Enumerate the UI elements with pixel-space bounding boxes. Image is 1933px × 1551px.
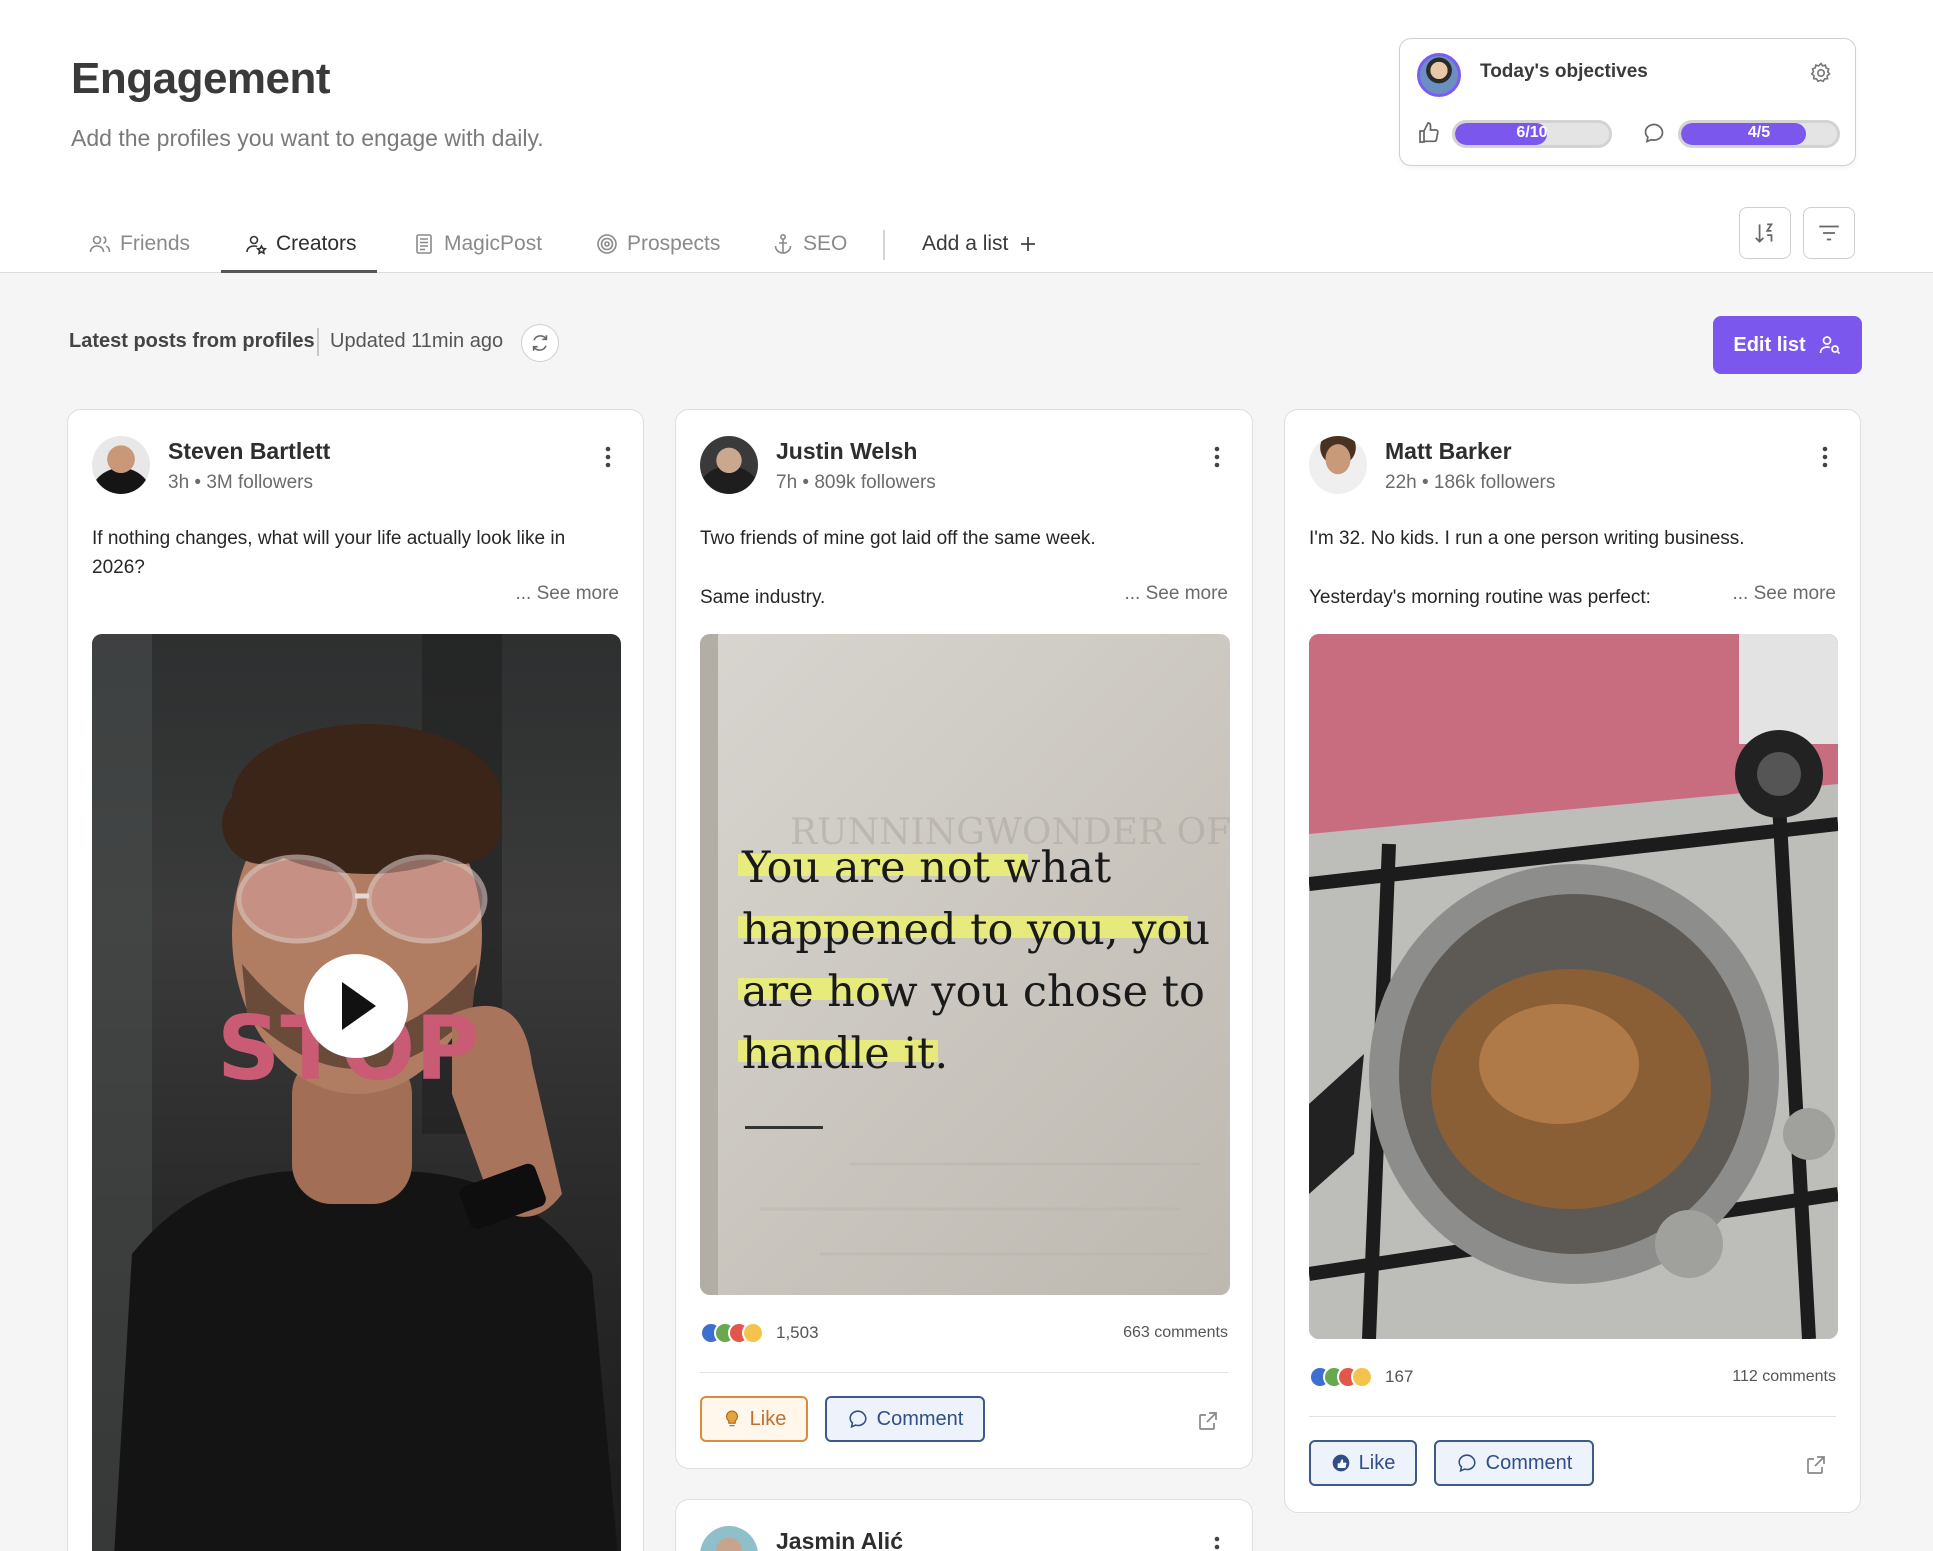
add-list-button[interactable]: Add a list: [922, 232, 1040, 256]
objectives-panel: Today's objectives 6/10 4/5: [1399, 38, 1856, 166]
comments-count[interactable]: 112 comments: [1732, 1368, 1836, 1386]
post-image[interactable]: RUNNINGWONDER OF THE EIGHTH You are not …: [700, 634, 1230, 1295]
video-thumbnail: STOP: [92, 634, 618, 1551]
post-meta: 3h • 3M followers: [168, 472, 313, 493]
latest-posts-label: Latest posts from profiles: [69, 330, 315, 352]
comment-icon: [849, 1410, 867, 1429]
quote-line: are how you chose to: [742, 967, 1205, 1017]
avatar[interactable]: [1309, 436, 1367, 494]
document-icon: [416, 234, 432, 254]
post-card: Steven Bartlett 3h • 3M followers If not…: [67, 409, 644, 1551]
gear-icon[interactable]: [1809, 61, 1833, 85]
post-meta: 22h • 186k followers: [1385, 472, 1556, 493]
external-link-icon[interactable]: [1804, 1453, 1828, 1477]
avatar[interactable]: [700, 1526, 758, 1551]
tab-prospects[interactable]: Prospects: [595, 232, 720, 256]
tab-separator: [883, 230, 885, 260]
author-name[interactable]: Matt Barker: [1385, 438, 1512, 465]
comment-icon: [1458, 1454, 1476, 1473]
comment-button[interactable]: Comment: [1434, 1440, 1594, 1486]
reactions-summary[interactable]: 167: [1309, 1366, 1413, 1388]
quote-image: RUNNINGWONDER OF THE EIGHTH You are not …: [700, 634, 1230, 1295]
post-text: I'm 32. No kids. I run a one person writ…: [1309, 528, 1745, 549]
objectives-progress-row: 6/10 4/5: [1400, 119, 1857, 149]
refresh-icon: [532, 335, 548, 351]
see-more-link[interactable]: ... See more: [1733, 583, 1837, 605]
divider: [700, 1372, 1228, 1373]
like-button[interactable]: Like: [1309, 1440, 1417, 1486]
anchor-icon: [774, 233, 792, 254]
external-link-icon[interactable]: [1196, 1409, 1220, 1433]
comment-button[interactable]: Comment: [825, 1396, 985, 1442]
user-search-icon: [1819, 336, 1840, 355]
see-more-link[interactable]: ... See more: [1125, 583, 1229, 605]
post-text: Yesterday's morning routine was perfect:: [1309, 587, 1651, 608]
cooking-image: [1309, 634, 1838, 1339]
tab-seo[interactable]: SEO: [771, 232, 847, 256]
sort-button[interactable]: [1739, 207, 1791, 259]
lightbulb-icon: [725, 1410, 738, 1427]
reactions-summary[interactable]: 1,503: [700, 1322, 819, 1344]
more-options-icon[interactable]: [603, 444, 613, 470]
filter-button[interactable]: [1803, 207, 1855, 259]
comments-count[interactable]: 663 comments: [1123, 1324, 1228, 1342]
updated-label: Updated 11min ago: [330, 330, 504, 352]
users-icon: [89, 235, 111, 253]
more-options-icon[interactable]: [1212, 444, 1222, 470]
reaction-count: 1,503: [776, 1323, 819, 1342]
post-text: If nothing changes, what will your life …: [92, 528, 566, 578]
refresh-button[interactable]: [521, 324, 559, 362]
sort-icon: [1755, 223, 1774, 243]
creator-icon: [246, 235, 268, 255]
page-subtitle: Add the profiles you want to engage with…: [71, 125, 544, 151]
more-options-icon[interactable]: [1212, 1534, 1222, 1551]
edit-list-button[interactable]: Edit list: [1713, 316, 1862, 374]
tab-creators[interactable]: Creators: [244, 232, 357, 256]
quote-line: happened to you, you: [742, 905, 1210, 955]
quote-line: You are not what: [741, 843, 1111, 893]
quote-line: handle it.: [742, 1029, 948, 1079]
reaction-count: 167: [1385, 1367, 1414, 1386]
reaction-icons: [1309, 1366, 1373, 1388]
see-more-link[interactable]: ... See more: [516, 583, 620, 605]
divider: [317, 328, 319, 356]
target-icon: [597, 234, 617, 254]
filter-icon: [1819, 225, 1839, 241]
more-options-icon[interactable]: [1820, 444, 1830, 470]
likes-progress-bar: 6/10: [1452, 120, 1612, 148]
post-card: Jasmin Alić: [675, 1499, 1253, 1551]
author-name[interactable]: Justin Welsh: [776, 438, 917, 465]
avatar: [1417, 53, 1461, 97]
like-button[interactable]: Like: [700, 1396, 808, 1442]
post-text: Same industry.: [700, 587, 826, 608]
post-video[interactable]: STOP: [92, 634, 621, 1551]
reaction-icons: [700, 1322, 764, 1344]
active-tab-indicator: [221, 270, 377, 273]
divider: [1309, 1416, 1836, 1417]
avatar[interactable]: [92, 436, 150, 494]
author-name[interactable]: Steven Bartlett: [168, 438, 330, 465]
post-meta: 7h • 809k followers: [776, 472, 936, 493]
page-header: Engagement Add the profiles you want to …: [0, 0, 1933, 273]
objectives-title: Today's objectives: [1480, 61, 1648, 82]
tab-magicpost[interactable]: MagicPost: [412, 232, 542, 256]
avatar[interactable]: [700, 436, 758, 494]
plus-icon: [1021, 237, 1036, 251]
post-text: Two friends of mine got laid off the sam…: [700, 528, 1096, 549]
post-card: Matt Barker 22h • 186k followers I'm 32.…: [1284, 409, 1861, 1513]
comment-icon: [1644, 123, 1664, 143]
list-tabs: Friends Creators MagicPost Prospects SEO…: [0, 218, 1100, 273]
comments-progress-bar: 4/5: [1678, 120, 1840, 148]
post-card: Justin Welsh 7h • 809k followers Two fri…: [675, 409, 1253, 1469]
thumbs-up-icon: [1419, 122, 1439, 143]
tab-friends[interactable]: Friends: [88, 232, 190, 256]
page-title: Engagement: [71, 54, 331, 103]
like-icon: [1332, 1454, 1349, 1472]
post-image[interactable]: [1309, 634, 1838, 1339]
author-name[interactable]: Jasmin Alić: [776, 1528, 903, 1551]
